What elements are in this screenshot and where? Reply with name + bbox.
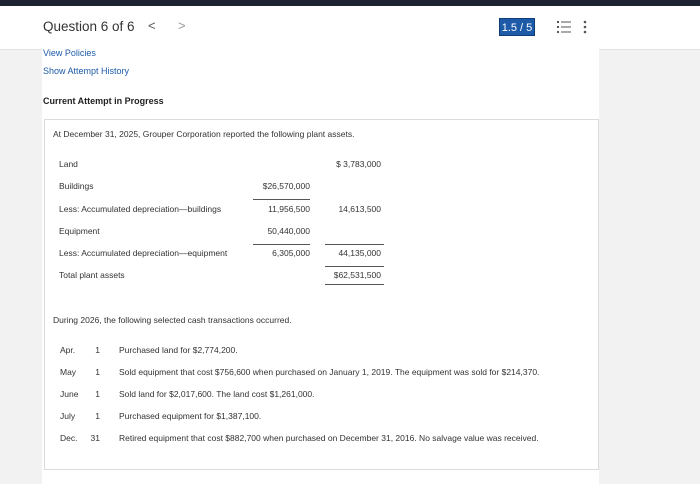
attempt-caption: Current Attempt in Progress (43, 96, 164, 106)
question-panel: View Policies Show Attempt History Curre… (42, 44, 599, 484)
asset-label: Less: Accumulated depreciation—buildings (59, 204, 222, 214)
more-vertical-icon[interactable] (582, 20, 588, 34)
asset-label: Less: Accumulated depreciation—equipment (59, 248, 228, 258)
transaction-day: 1 (95, 389, 100, 399)
asset-total: 14,613,500 (338, 204, 381, 214)
score-badge[interactable]: 1.5 / 5 (499, 18, 535, 36)
asset-label: Land (59, 159, 78, 169)
question-title: Question 6 of 6 (43, 19, 135, 34)
asset-total: $ 3,783,000 (336, 159, 381, 169)
subtotal-rule (325, 244, 384, 245)
asset-amount: $26,570,000 (262, 181, 310, 191)
asset-total: $62,531,500 (333, 270, 381, 280)
transaction-text: Sold equipment that cost $756,600 when p… (119, 367, 540, 377)
transaction-month: June (60, 389, 79, 399)
asset-amount: 6,305,000 (272, 248, 310, 258)
transaction-text: Retired equipment that cost $882,700 whe… (119, 433, 539, 443)
transaction-month: May (60, 367, 77, 377)
transaction-month: Apr. (60, 345, 76, 355)
transaction-day: 1 (95, 345, 100, 355)
next-question-button[interactable]: > (178, 18, 186, 33)
transaction-month: Dec. (60, 433, 78, 443)
asset-amount: 50,440,000 (267, 226, 310, 236)
list-icon[interactable] (557, 20, 571, 34)
subtotal-rule (253, 199, 310, 200)
transaction-month: July (60, 411, 76, 421)
transaction-day: 1 (95, 367, 100, 377)
view-policies-link[interactable]: View Policies (43, 48, 96, 58)
total-double-rule (325, 284, 384, 285)
transaction-text: Purchased equipment for $1,387,100. (119, 411, 262, 421)
previous-question-button[interactable]: < (148, 18, 156, 33)
asset-label: Buildings (59, 181, 94, 191)
problem-card: At December 31, 2025, Grouper Corporatio… (44, 119, 599, 470)
asset-amount: 11,956,500 (268, 204, 310, 214)
transaction-day: 1 (95, 411, 100, 421)
transaction-text: Sold land for $2,017,600. The land cost … (119, 389, 315, 399)
asset-label: Total plant assets (59, 270, 125, 280)
total-rule (325, 266, 384, 267)
subtotal-rule (253, 244, 310, 245)
attempt-history-link[interactable]: Show Attempt History (43, 66, 129, 76)
asset-label: Equipment (59, 226, 100, 236)
asset-total: 44,135,000 (338, 248, 381, 258)
problem-intro: At December 31, 2025, Grouper Corporatio… (53, 129, 355, 139)
transaction-day: 31 (90, 433, 100, 443)
transactions-intro: During 2026, the following selected cash… (53, 315, 292, 325)
transaction-text: Purchased land for $2,774,200. (119, 345, 238, 355)
